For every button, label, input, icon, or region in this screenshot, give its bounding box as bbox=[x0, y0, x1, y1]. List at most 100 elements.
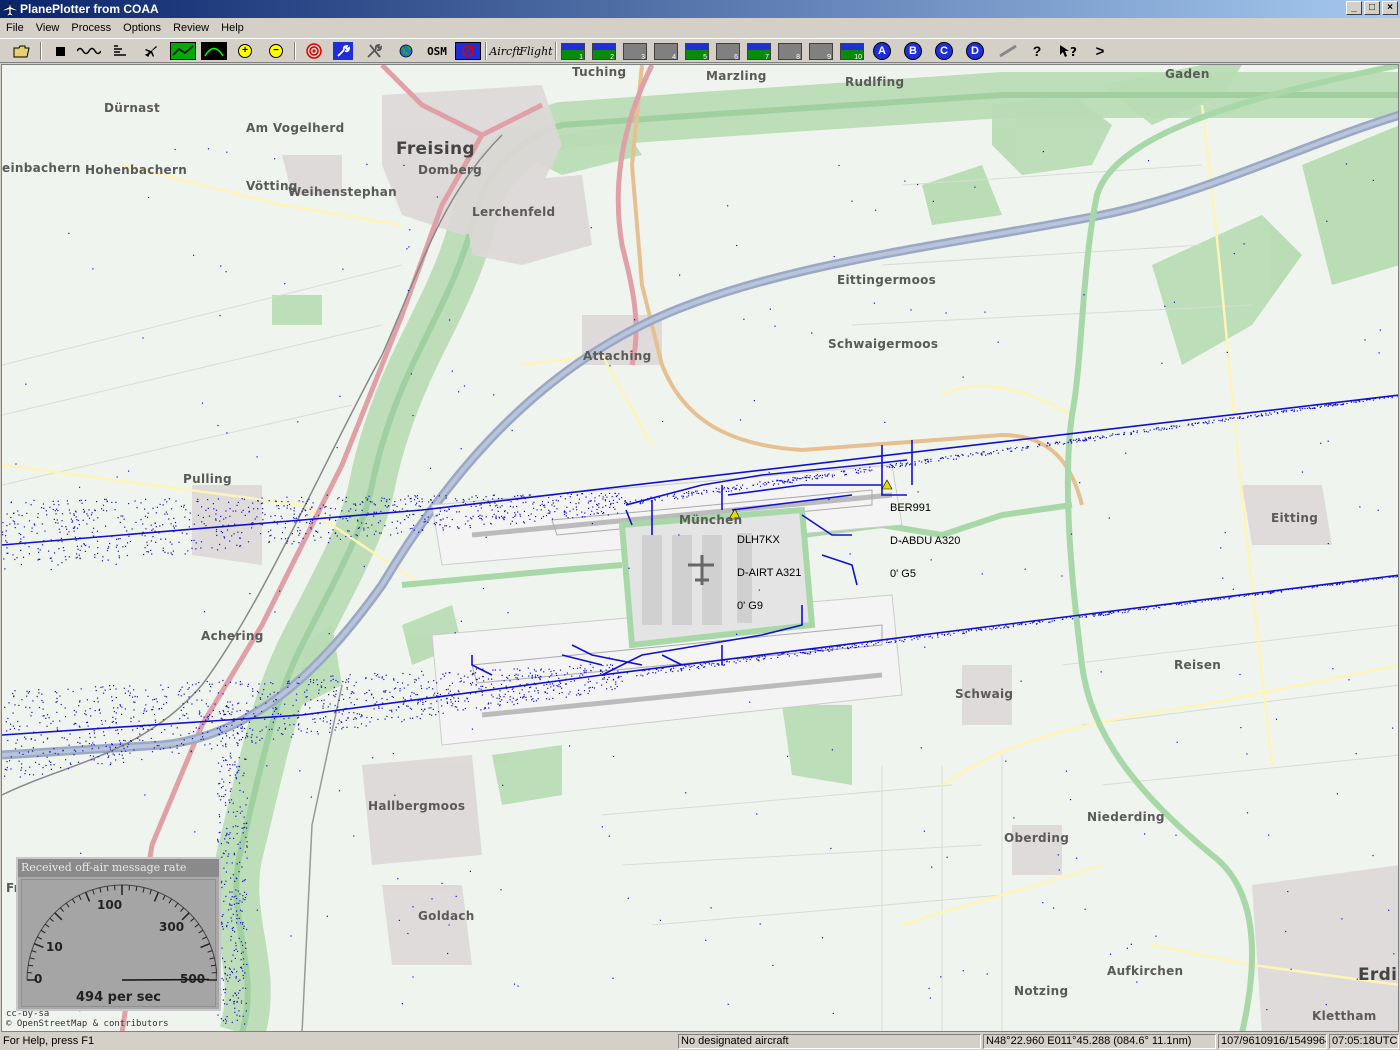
zoom-out-icon[interactable]: − bbox=[267, 41, 285, 61]
place-label: Niederding bbox=[1087, 810, 1165, 824]
place-label: Am Vogelherd bbox=[246, 121, 345, 135]
map-credit: cc-by-sa © OpenStreetMap & contributors bbox=[6, 1009, 169, 1029]
toolbar: + − OSM Airсft Flight 1 2 3 4 5 6 7 8 9 10 ABCD ?… bbox=[0, 38, 1400, 63]
place-label: Freising bbox=[396, 139, 475, 159]
list-view-icon[interactable] bbox=[110, 41, 130, 61]
status-bar: For Help, press F1 No designated aircraf… bbox=[0, 1033, 1400, 1050]
group-filter-button-1[interactable]: 1 bbox=[560, 41, 586, 61]
map-view[interactable]: Tuching Marzling Rudlfing Gaden Dürnast Am Vo… bbox=[1, 64, 1399, 1032]
group-filter-number: 6 bbox=[734, 53, 738, 61]
status-help: For Help, press F1 bbox=[3, 1035, 95, 1047]
aircraft-label-2[interactable]: DLH7KX D-AIRT A321 0' G9 bbox=[737, 513, 801, 634]
place-label: einbachern bbox=[2, 161, 81, 175]
menu-bar: File View Process Options Review Help bbox=[0, 18, 1400, 38]
group-filter-number: 3 bbox=[641, 53, 645, 61]
aircraft-altitude: 0' G5 bbox=[890, 568, 916, 580]
ruler-icon[interactable] bbox=[997, 41, 1019, 61]
zoom-in-icon[interactable]: + bbox=[236, 41, 254, 61]
group-filter-button-2[interactable]: 2 bbox=[591, 41, 617, 61]
place-label: Rudlfing bbox=[845, 75, 905, 89]
close-button[interactable]: × bbox=[1382, 1, 1398, 15]
place-label: Marzling bbox=[706, 69, 767, 83]
circle-button-b[interactable]: B bbox=[903, 41, 923, 61]
gauge-tick-0: 0 bbox=[34, 972, 43, 986]
aircraft-icon[interactable] bbox=[140, 41, 162, 61]
gauge-tick-500: 500 bbox=[180, 972, 206, 986]
group-filter-button-9[interactable]: 9 bbox=[808, 41, 834, 61]
aircraft-registration: D-AIRT A321 bbox=[737, 567, 802, 579]
signal-wave-icon[interactable] bbox=[76, 41, 102, 61]
map-credit-text: © OpenStreetMap & contributors bbox=[6, 1019, 169, 1029]
osm-button[interactable]: OSM bbox=[423, 41, 451, 61]
place-label: Lerchenfeld bbox=[472, 205, 556, 219]
group-filter-button-3[interactable]: 3 bbox=[622, 41, 648, 61]
no-map-icon[interactable] bbox=[455, 41, 481, 61]
title-bar: PlanePlotter from COAA _ □ × bbox=[0, 0, 1400, 18]
status-time: 07:05:18UTC bbox=[1329, 1034, 1399, 1049]
status-counts: 107/9610916/1549964 bbox=[1218, 1034, 1327, 1049]
place-label: Schwaig bbox=[955, 687, 1014, 701]
flight-label-button[interactable]: Flight bbox=[519, 41, 552, 61]
target-icon[interactable] bbox=[304, 41, 324, 61]
place-label: Aufkirchen bbox=[1107, 964, 1184, 978]
place-label: Reisen bbox=[1174, 658, 1222, 672]
circle-button-d[interactable]: D bbox=[965, 41, 985, 61]
status-position: N48°22.960 E011°45.288 (084.6° 11.1nm) bbox=[983, 1034, 1216, 1049]
group-filter-number: 9 bbox=[827, 53, 831, 61]
svg-text:?: ? bbox=[1070, 45, 1077, 59]
place-label: Domberg bbox=[418, 163, 483, 177]
wrench-settings-icon[interactable] bbox=[332, 41, 354, 61]
map-view-icon[interactable] bbox=[170, 41, 196, 61]
group-filter-button-8[interactable]: 8 bbox=[777, 41, 803, 61]
status-designated: No designated aircraft bbox=[678, 1034, 981, 1049]
place-label: Eittingermoos bbox=[837, 273, 937, 287]
aircraft-label-1[interactable]: BER991 D-ABDU A320 0' G5 bbox=[890, 481, 960, 602]
tools-icon[interactable] bbox=[364, 41, 386, 61]
aircraft-callsign: BER991 bbox=[890, 502, 931, 514]
globe-icon[interactable] bbox=[396, 41, 416, 61]
place-label: Attaching bbox=[583, 349, 652, 363]
minimize-button[interactable]: _ bbox=[1346, 1, 1362, 15]
more-tools-button[interactable]: > bbox=[1090, 41, 1110, 61]
place-label: Notzing bbox=[1014, 984, 1069, 998]
radar-view-icon[interactable] bbox=[201, 41, 227, 61]
place-label: Weihenstephan bbox=[288, 185, 397, 199]
place-label: Hallbergmoos bbox=[368, 799, 466, 813]
menu-review[interactable]: Review bbox=[167, 22, 215, 34]
group-filter-number: 8 bbox=[796, 53, 800, 61]
menu-process[interactable]: Process bbox=[65, 22, 117, 34]
aircraft-label-button[interactable]: Airсft bbox=[489, 41, 520, 61]
group-filter-button-10[interactable]: 10 bbox=[839, 41, 865, 61]
circle-button-a[interactable]: A bbox=[872, 41, 892, 61]
group-filter-button-6[interactable]: 6 bbox=[715, 41, 741, 61]
place-label: Achering bbox=[201, 629, 264, 643]
place-label: Erdi bbox=[1358, 965, 1398, 985]
gauge-face: 0 10 100 300 500 494 per sec bbox=[21, 879, 217, 1007]
stop-icon[interactable] bbox=[50, 41, 70, 61]
group-filter-number: 1 bbox=[579, 53, 583, 61]
aircraft-callsign: DLH7KX bbox=[737, 534, 780, 546]
place-label: Oberding bbox=[1004, 831, 1070, 845]
gauge-value: 494 per sec bbox=[76, 990, 161, 1005]
group-filter-number: 5 bbox=[703, 53, 707, 61]
context-help-icon[interactable]: ? bbox=[1056, 41, 1080, 61]
group-filter-number: 10 bbox=[854, 53, 862, 61]
restore-button[interactable]: □ bbox=[1364, 1, 1380, 15]
group-filter-button-5[interactable]: 5 bbox=[684, 41, 710, 61]
circle-button-c[interactable]: C bbox=[934, 41, 954, 61]
window-title: PlanePlotter from COAA bbox=[20, 2, 159, 16]
gauge-tick-100: 100 bbox=[97, 898, 123, 912]
group-filter-button-4[interactable]: 4 bbox=[653, 41, 679, 61]
help-icon[interactable]: ? bbox=[1028, 41, 1046, 61]
gauge-tick-10: 10 bbox=[46, 940, 63, 954]
menu-help[interactable]: Help bbox=[215, 22, 250, 34]
message-rate-gauge[interactable]: Received off-air message rate 0 10 100 3… bbox=[16, 857, 221, 1011]
place-label: Gaden bbox=[1165, 67, 1210, 81]
group-filter-button-7[interactable]: 7 bbox=[746, 41, 772, 61]
place-label: Eitting bbox=[1271, 511, 1319, 525]
open-folder-icon[interactable] bbox=[10, 41, 34, 61]
menu-file[interactable]: File bbox=[0, 22, 30, 34]
plane-app-icon bbox=[2, 1, 18, 17]
menu-view[interactable]: View bbox=[30, 22, 66, 34]
menu-options[interactable]: Options bbox=[117, 22, 167, 34]
